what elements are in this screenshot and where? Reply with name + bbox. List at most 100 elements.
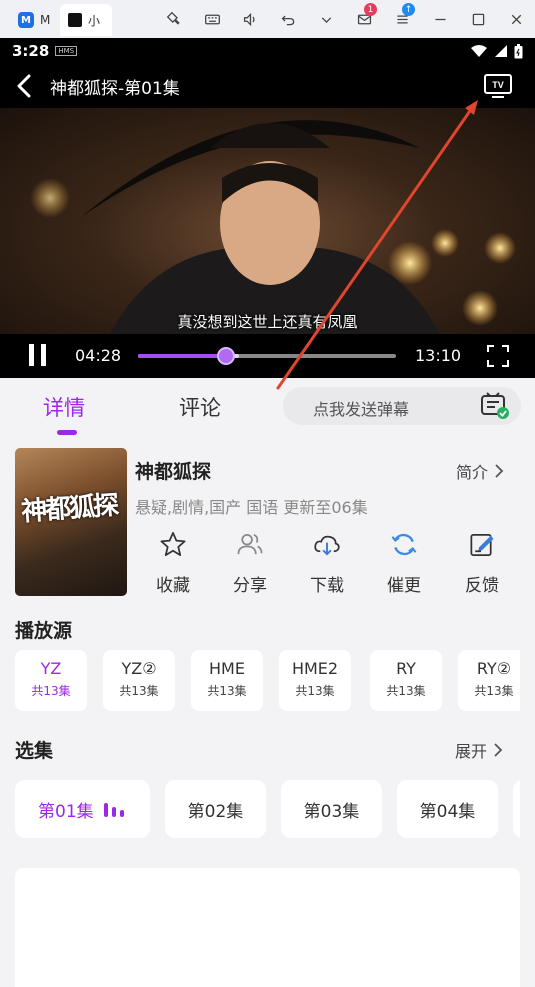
download-button[interactable]: 下载 xyxy=(297,530,357,596)
seek-bar-fill xyxy=(138,354,226,358)
poster-title: 神都狐探 xyxy=(20,490,119,528)
episode-item[interactable] xyxy=(513,780,520,838)
emulator-tab-main[interactable]: M M xyxy=(10,4,58,36)
close-icon[interactable] xyxy=(497,0,535,38)
episode-item[interactable]: 第03集 xyxy=(281,780,382,838)
intro-button[interactable]: 简介 xyxy=(456,459,504,483)
star-icon xyxy=(160,532,186,557)
episode-label: 第02集 xyxy=(187,801,244,822)
action-label: 下载 xyxy=(310,576,344,596)
status-time: 3:28 xyxy=(12,42,50,60)
expand-label: 展开 xyxy=(455,742,488,761)
screen: M M 小 1 ↑ 3:28 HMS 神都狐探-第01集 TV 真没想到这世上还… xyxy=(0,0,535,987)
keyboard-icon[interactable] xyxy=(193,0,231,38)
video-title: 神都狐探-第01集 xyxy=(50,78,180,99)
intro-label: 简介 xyxy=(456,463,489,482)
detail-tabs: 详情 评论 点我发送弹幕 xyxy=(0,378,535,438)
source-item[interactable]: YZ② 共13集 xyxy=(103,650,175,711)
update-badge-icon: ↑ xyxy=(402,3,415,16)
active-tab-indicator xyxy=(57,430,77,435)
source-name: RY② xyxy=(476,659,512,678)
app-thumbnail-icon xyxy=(68,13,82,27)
source-count: 共13集 xyxy=(474,684,514,698)
volume-icon[interactable] xyxy=(231,0,269,38)
hms-label: HMS xyxy=(55,46,78,56)
maximize-icon[interactable] xyxy=(459,0,497,38)
danmu-settings-icon[interactable] xyxy=(479,391,511,421)
emulator-logo-icon: M xyxy=(18,12,34,28)
episode-label: 第04集 xyxy=(419,801,476,822)
chevron-down-icon[interactable] xyxy=(307,0,345,38)
total-time: 13:10 xyxy=(415,346,462,365)
source-name: HME2 xyxy=(291,659,339,678)
show-title: 神都狐探 xyxy=(135,461,212,483)
source-item[interactable]: YZ 共13集 xyxy=(15,650,87,711)
tab-comments[interactable]: 评论 xyxy=(179,392,221,422)
episode-item[interactable]: 第02集 xyxy=(165,780,266,838)
undo-icon[interactable] xyxy=(269,0,307,38)
episode-label: 第01集 xyxy=(38,801,94,822)
pin-icon[interactable] xyxy=(155,0,193,38)
mail-badge: 1 xyxy=(364,3,377,16)
source-count: 共13集 xyxy=(386,684,426,698)
android-status-bar: 3:28 HMS xyxy=(0,38,535,64)
source-count: 共13集 xyxy=(119,684,159,698)
urge-update-button[interactable]: 催更 xyxy=(374,530,434,596)
expand-episodes-button[interactable]: 展开 xyxy=(455,738,503,762)
favorite-button[interactable]: 收藏 xyxy=(143,530,203,596)
episode-item[interactable]: 第01集 xyxy=(15,780,150,838)
back-button[interactable] xyxy=(0,64,50,108)
fullscreen-icon[interactable] xyxy=(486,344,510,368)
episode-list: 第01集 第02集 第03集 第04集 xyxy=(15,780,520,838)
source-list: YZ 共13集 YZ② 共13集 HME 共13集 HME2 共13集 RY 共… xyxy=(15,650,520,712)
action-bar: 收藏 分享 下载 催更 反馈 xyxy=(135,530,520,600)
source-name: HME xyxy=(209,659,245,678)
share-users-icon xyxy=(237,533,263,555)
show-poster[interactable]: 神都狐探 xyxy=(15,448,127,596)
source-item[interactable]: HME2 共13集 xyxy=(279,650,351,711)
sources-heading: 播放源 xyxy=(15,620,73,642)
pause-icon[interactable] xyxy=(26,342,50,368)
episode-item[interactable]: 第04集 xyxy=(397,780,498,838)
tv-cast-icon[interactable]: TV xyxy=(483,72,513,100)
danmu-placeholder: 点我发送弹幕 xyxy=(313,400,410,419)
chevron-right-icon xyxy=(495,464,504,478)
episodes-heading: 选集 xyxy=(15,740,54,762)
mail-icon[interactable]: 1 xyxy=(345,0,383,38)
cloud-download-icon xyxy=(314,535,340,556)
source-name: YZ xyxy=(40,659,62,678)
back-arrow-icon xyxy=(17,74,31,98)
seek-bar[interactable] xyxy=(138,347,396,365)
source-name: RY xyxy=(396,659,416,678)
now-playing-icon xyxy=(103,801,124,817)
video-player[interactable]: 真没想到这世上还真有凤凰 xyxy=(0,108,535,334)
minimize-icon[interactable] xyxy=(421,0,459,38)
emulator-tab-label: 小 xyxy=(88,13,101,28)
player-header: 神都狐探-第01集 TV xyxy=(0,64,535,108)
source-name: YZ② xyxy=(121,659,157,678)
current-time: 04:28 xyxy=(75,346,122,365)
show-meta: 悬疑,剧情,国产 国语 更新至06集 xyxy=(135,498,368,517)
share-button[interactable]: 分享 xyxy=(220,530,280,596)
source-item[interactable]: HME 共13集 xyxy=(191,650,263,711)
menu-icon[interactable]: ↑ xyxy=(383,0,421,38)
seek-bar-thumb[interactable] xyxy=(216,347,235,365)
video-frame xyxy=(30,120,516,334)
tab-details[interactable]: 详情 xyxy=(43,392,85,422)
episode-label: 第03集 xyxy=(303,801,360,822)
battery-icon xyxy=(514,43,523,58)
video-subtitle: 真没想到这世上还真有凤凰 xyxy=(177,313,358,331)
source-item[interactable]: RY② 共13集 xyxy=(458,650,520,711)
feedback-button[interactable]: 反馈 xyxy=(452,530,512,596)
emulator-tab-label: M xyxy=(40,13,51,27)
signal-icon xyxy=(495,45,507,57)
emulator-title-bar: M M 小 1 ↑ xyxy=(0,0,535,38)
emulator-tab-app[interactable]: 小 xyxy=(60,4,112,36)
action-label: 催更 xyxy=(387,576,421,596)
source-item[interactable]: RY 共13集 xyxy=(370,650,442,711)
edit-feedback-icon xyxy=(470,533,494,557)
source-count: 共13集 xyxy=(295,684,335,698)
action-label: 收藏 xyxy=(156,576,190,596)
chevron-right-icon xyxy=(494,743,503,757)
danmu-input[interactable]: 点我发送弹幕 xyxy=(283,387,521,425)
